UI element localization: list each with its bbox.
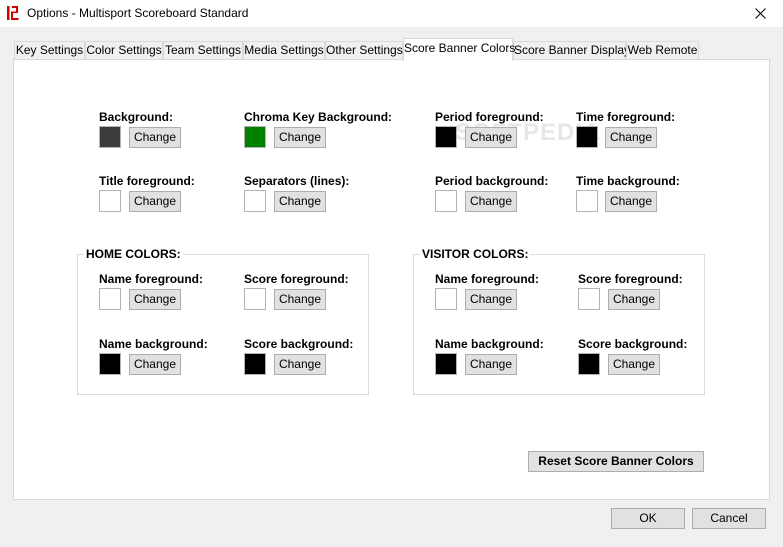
home-score-background-swatch xyxy=(244,353,266,375)
chroma-key-label: Chroma Key Background: xyxy=(244,110,393,124)
visitor-name-foreground-change-button[interactable]: Change xyxy=(465,289,517,310)
time-foreground-swatch xyxy=(576,126,598,148)
chroma-key-change-button[interactable]: Change xyxy=(274,127,326,148)
home-score-background-change-button[interactable]: Change xyxy=(274,354,326,375)
time-foreground-label: Time foreground: xyxy=(576,110,676,124)
period-foreground-change-button[interactable]: Change xyxy=(465,127,517,148)
app-logo-icon xyxy=(7,6,19,20)
title-foreground-swatch xyxy=(99,190,121,212)
home-score-foreground-change-button[interactable]: Change xyxy=(274,289,326,310)
home-name-background-change-button[interactable]: Change xyxy=(129,354,181,375)
separators-label: Separators (lines): xyxy=(244,174,350,188)
tab-score-banner-display[interactable]: Score Banner Display xyxy=(513,41,630,60)
home-name-foreground-change-button[interactable]: Change xyxy=(129,289,181,310)
close-icon xyxy=(754,8,766,19)
home-colors-title: HOME COLORS: xyxy=(84,247,183,261)
tab-web-remote[interactable]: Web Remote xyxy=(626,41,699,60)
separators-change-button[interactable]: Change xyxy=(274,191,326,212)
background-change-button[interactable]: Change xyxy=(129,127,181,148)
time-background-swatch xyxy=(576,190,598,212)
background-label: Background: xyxy=(99,110,174,124)
chroma-key-swatch xyxy=(244,126,266,148)
tab-color-settings[interactable]: Color Settings xyxy=(85,41,163,60)
close-button[interactable] xyxy=(737,0,783,27)
time-background-change-button[interactable]: Change xyxy=(605,191,657,212)
period-foreground-swatch xyxy=(435,126,457,148)
home-name-background-swatch xyxy=(99,353,121,375)
period-foreground-label: Period foreground: xyxy=(435,110,544,124)
title-foreground-change-button[interactable]: Change xyxy=(129,191,181,212)
visitor-name-background-label: Name background: xyxy=(435,337,544,351)
period-background-label: Period background: xyxy=(435,174,549,188)
tab-media-settings[interactable]: Media Settings xyxy=(243,41,325,60)
separators-swatch xyxy=(244,190,266,212)
time-background-label: Time background: xyxy=(576,174,680,188)
tab-other-settings[interactable]: Other Settings xyxy=(325,41,403,60)
visitor-name-foreground-label: Name foreground: xyxy=(435,272,540,286)
visitor-score-foreground-swatch xyxy=(578,288,600,310)
home-score-foreground-swatch xyxy=(244,288,266,310)
home-name-foreground-swatch xyxy=(99,288,121,310)
tab-key-settings[interactable]: Key Settings xyxy=(14,41,85,60)
title-foreground-label: Title foreground: xyxy=(99,174,195,188)
visitor-name-background-change-button[interactable]: Change xyxy=(465,354,517,375)
visitor-score-background-change-button[interactable]: Change xyxy=(608,354,660,375)
home-score-foreground-label: Score foreground: xyxy=(244,272,349,286)
period-background-change-button[interactable]: Change xyxy=(465,191,517,212)
tab-score-banner-colors[interactable]: Score Banner Colors xyxy=(403,38,515,61)
visitor-score-foreground-change-button[interactable]: Change xyxy=(608,289,660,310)
home-score-background-label: Score background: xyxy=(244,337,354,351)
home-name-background-label: Name background: xyxy=(99,337,208,351)
ok-button[interactable]: OK xyxy=(611,508,685,529)
visitor-name-background-swatch xyxy=(435,353,457,375)
home-name-foreground-label: Name foreground: xyxy=(99,272,204,286)
visitor-score-background-swatch xyxy=(578,353,600,375)
visitor-colors-title: VISITOR COLORS: xyxy=(420,247,531,261)
tab-team-settings[interactable]: Team Settings xyxy=(163,41,243,60)
reset-score-banner-colors-button[interactable]: Reset Score Banner Colors xyxy=(528,451,704,472)
visitor-score-background-label: Score background: xyxy=(578,337,688,351)
visitor-score-foreground-label: Score foreground: xyxy=(578,272,683,286)
background-swatch xyxy=(99,126,121,148)
time-foreground-change-button[interactable]: Change xyxy=(605,127,657,148)
cancel-button[interactable]: Cancel xyxy=(692,508,766,529)
title-bar: Options - Multisport Scoreboard Standard xyxy=(0,0,783,27)
visitor-name-foreground-swatch xyxy=(435,288,457,310)
window-title: Options - Multisport Scoreboard Standard xyxy=(27,6,249,20)
period-background-swatch xyxy=(435,190,457,212)
